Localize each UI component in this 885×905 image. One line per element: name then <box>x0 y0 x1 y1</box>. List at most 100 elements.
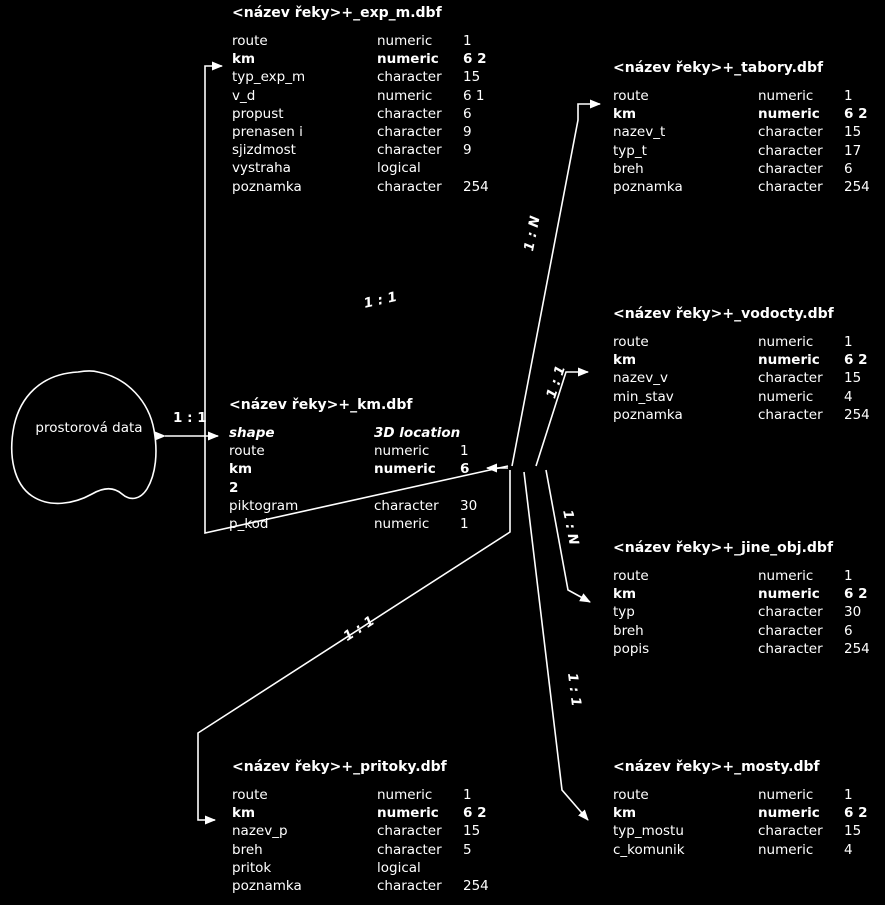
field-row: route numeric 1 <box>232 786 489 804</box>
field-row: typ_exp_m character 15 <box>232 68 489 86</box>
field-name: route <box>232 787 268 803</box>
field-row: v_d numeric 6 1 <box>232 87 489 105</box>
field-name: nazev_v <box>613 370 668 387</box>
field-length: 15 <box>463 823 481 840</box>
field-type: numeric <box>758 586 820 603</box>
field-length: 6 2 <box>463 805 487 822</box>
field-row: route numeric 1 <box>613 333 870 351</box>
field-length: 15 <box>844 370 862 387</box>
field-name: km <box>613 352 637 369</box>
field-name: km <box>232 805 256 822</box>
field-length: 6 2 <box>844 805 868 822</box>
relation-label-vodocty: 1 : 1 <box>543 363 569 401</box>
field-length: 6 2 <box>463 51 487 68</box>
field-name: km <box>613 106 637 123</box>
field-type: numeric <box>758 388 814 405</box>
table-title: <název řeky>+_mosty.dbf <box>613 759 820 775</box>
table-jine_obj[interactable]: <název řeky>+_jine_obj.dbf route numeric 1… <box>613 540 870 658</box>
field-name: popis <box>613 640 650 657</box>
field-length: 1 <box>844 787 853 803</box>
field-type: 3D location <box>374 425 461 441</box>
field-length: 17 <box>844 142 862 159</box>
table-mosty[interactable]: <název řeky>+_mosty.dbf route numeric 1 km n… <box>613 759 868 859</box>
field-type: character <box>377 841 442 858</box>
field-type: numeric <box>758 334 814 350</box>
table-tabory[interactable]: <název řeky>+_tabory.dbf route numeric 1 km… <box>613 60 870 196</box>
field-name: poznamka <box>613 179 683 196</box>
field-length: 1 <box>463 787 472 803</box>
spatial-data-blob-icon <box>10 370 157 505</box>
field-name: pritok <box>232 859 272 876</box>
field-row: route numeric 1 <box>613 567 870 585</box>
field-name: route <box>232 33 268 49</box>
field-length: 30 <box>844 604 862 621</box>
field-type: numeric <box>758 568 814 584</box>
field-type: character <box>758 823 823 840</box>
field-row: nazev_p character 15 <box>232 822 489 840</box>
field-length: 15 <box>844 823 862 840</box>
field-row: route numeric 1 <box>229 442 477 460</box>
field-row: route numeric 1 <box>232 32 489 50</box>
table-exp_m[interactable]: <název řeky>+_exp_m.dbf route numeric 1 km n… <box>232 5 489 196</box>
field-row: 2 <box>229 479 477 497</box>
field-name: km <box>613 586 637 603</box>
field-length: 254 <box>844 406 870 423</box>
field-row: typ_t character 17 <box>613 142 870 160</box>
field-row: km numeric 6 2 <box>232 804 489 822</box>
field-length: 1 <box>844 568 853 584</box>
field-length: 15 <box>844 124 862 141</box>
field-name: p_kod <box>229 516 269 533</box>
field-row: km numeric 6 <box>229 460 477 478</box>
field-type: numeric <box>758 352 820 369</box>
field-name: route <box>613 568 649 584</box>
field-name: nazev_p <box>232 823 288 840</box>
field-type: character <box>758 604 823 621</box>
field-row: km numeric 6 2 <box>613 351 870 369</box>
field-length: 6 2 <box>844 352 868 369</box>
field-length: 5 <box>463 841 472 858</box>
field-type: character <box>758 370 823 387</box>
field-row: poznamka character 254 <box>613 178 870 196</box>
field-name: propust <box>232 105 284 122</box>
field-length: 254 <box>844 179 870 196</box>
field-row: route numeric 1 <box>613 786 868 804</box>
field-name: km <box>229 461 253 478</box>
field-name: poznamka <box>613 406 683 423</box>
field-name: prenasen i <box>232 124 303 141</box>
field-type: numeric <box>374 516 430 533</box>
field-row: km numeric 6 2 <box>613 804 868 822</box>
field-length: 30 <box>460 497 478 514</box>
field-length: 254 <box>463 878 489 895</box>
field-type: numeric <box>377 33 433 49</box>
field-type: numeric <box>377 87 433 104</box>
relation-label-mosty: 1 : 1 <box>564 672 585 708</box>
field-type: character <box>377 178 442 195</box>
table-pritoky[interactable]: <název řeky>+_pritoky.dbf route numeric 1 k… <box>232 759 489 895</box>
field-type: character <box>377 69 442 86</box>
field-length: 1 <box>460 516 469 533</box>
field-type: numeric <box>377 787 433 803</box>
field-length: 1 <box>844 88 853 104</box>
field-row: sjizdmost character 9 <box>232 141 489 159</box>
table-vodocty[interactable]: <název řeky>+_vodocty.dbf route numeric 1 k… <box>613 306 870 424</box>
field-name: route <box>613 88 649 104</box>
field-type: character <box>377 124 442 141</box>
field-list: route numeric 1 km numeric 6 2 typ_mostu charac… <box>613 786 868 859</box>
field-length: 6 <box>460 461 470 478</box>
field-type: logical <box>377 160 421 177</box>
field-name: min_stav <box>613 388 674 405</box>
field-row: km numeric 6 2 <box>613 585 870 603</box>
field-list: route numeric 1 km numeric 6 2 nazev_v characte… <box>613 333 870 424</box>
field-list: route numeric 1 km numeric 6 2 typ_exp_m charac… <box>232 32 489 196</box>
field-name: 2 <box>229 479 239 496</box>
relation-label-tabory: 1 : N <box>521 214 544 253</box>
field-type: numeric <box>374 443 430 460</box>
field-name: nazev_t <box>613 124 666 141</box>
field-length: 1 <box>844 334 853 350</box>
table-km[interactable]: <název řeky>+_km.dbf shape 3D location rou… <box>229 397 477 533</box>
field-name: breh <box>613 622 644 639</box>
field-type: numeric <box>377 51 439 68</box>
field-row: vystraha logical <box>232 159 489 177</box>
field-type: character <box>377 878 442 895</box>
field-name: breh <box>613 160 644 177</box>
